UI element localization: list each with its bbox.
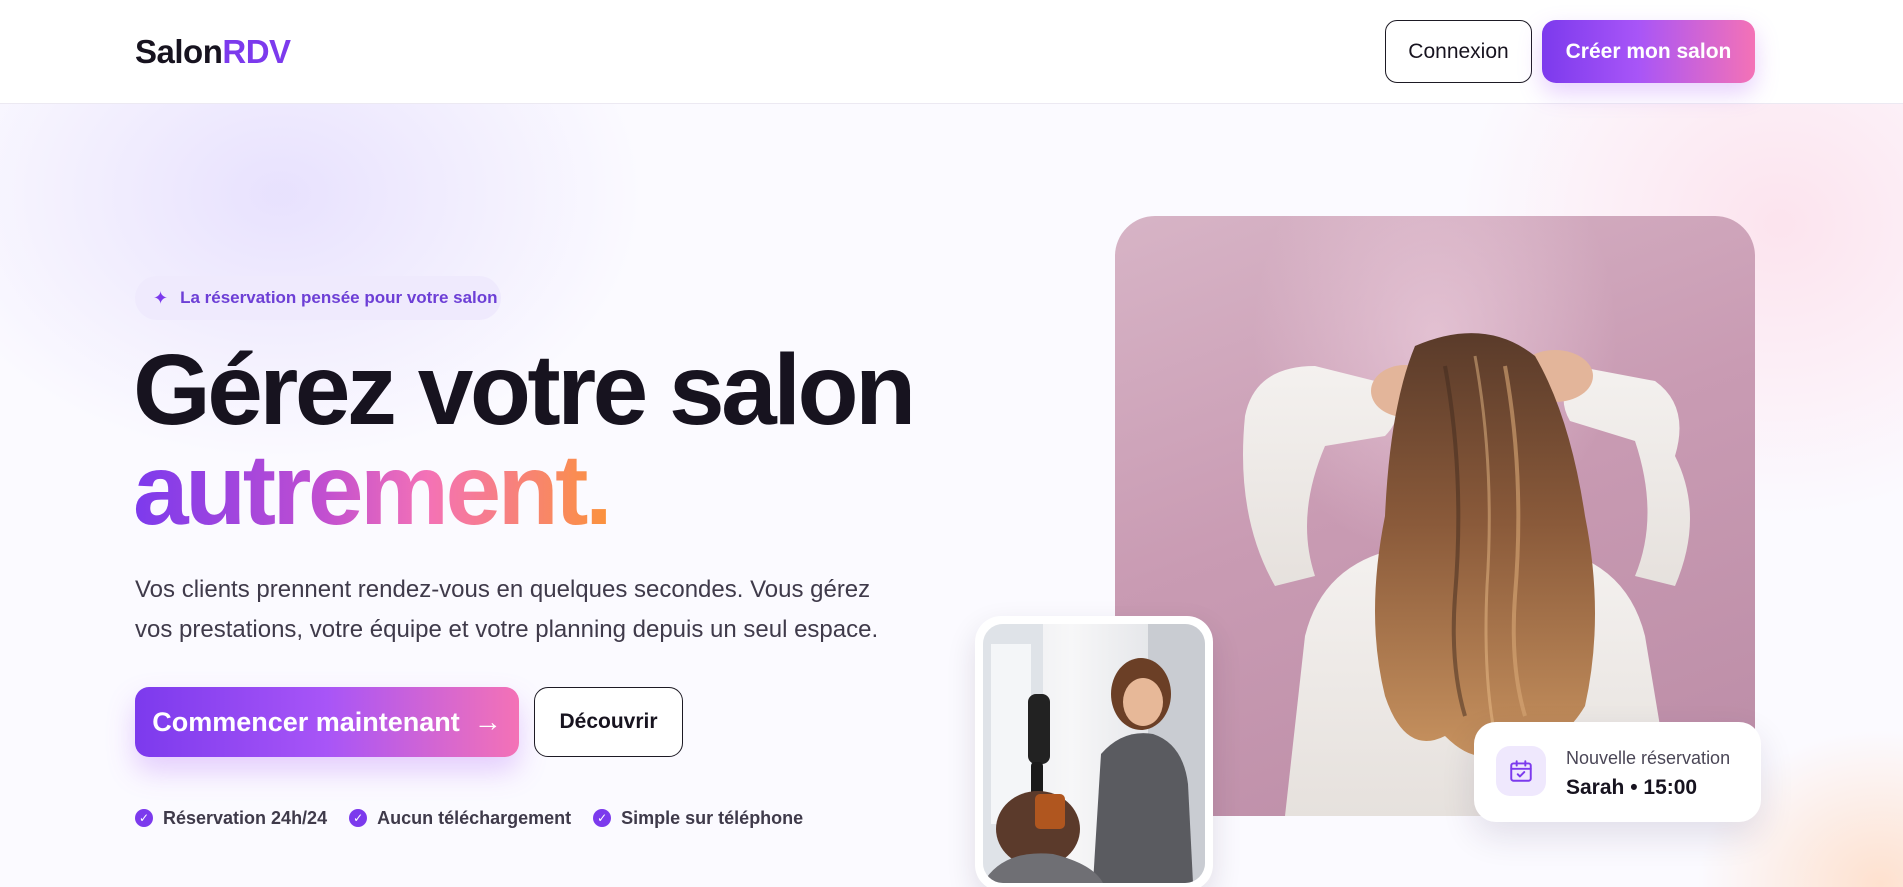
notification-value: Sarah • 15:00 xyxy=(1566,776,1698,799)
new-booking-notification: Nouvelle réservation Sarah • 15:00 xyxy=(1474,722,1761,822)
check-circle-icon: ✓ xyxy=(349,809,368,827)
hero-title-line2: autrement. xyxy=(133,434,613,546)
arrow-right-icon: → xyxy=(473,706,502,737)
start-now-label: Commencer maintenant xyxy=(152,706,460,737)
check-circle-icon: ✓ xyxy=(135,809,153,827)
calendar-check-icon xyxy=(1496,746,1546,796)
logo-accent: RDV xyxy=(222,33,291,70)
hero-badge: ✦ La réservation pensée pour votre salon xyxy=(135,276,501,320)
create-salon-button[interactable]: Créer mon salon xyxy=(1542,20,1755,83)
hero-description: Vos clients prennent rendez-vous en quel… xyxy=(135,576,879,643)
login-button[interactable]: Connexion xyxy=(1385,20,1532,83)
feature-label: Simple sur téléphone xyxy=(621,807,804,828)
check-circle-icon: ✓ xyxy=(593,809,612,827)
start-now-button[interactable]: Commencer maintenant → xyxy=(135,687,519,757)
feature-label: Réservation 24h/24 xyxy=(163,807,328,828)
feature-item: ✓ Simple sur téléphone xyxy=(593,808,803,829)
stylist-photo-card xyxy=(975,616,1213,887)
feature-item: ✓ Réservation 24h/24 xyxy=(135,808,327,829)
stylist-photo-illustration xyxy=(983,624,1205,883)
hero-title-line1: Gérez votre salon xyxy=(133,334,916,446)
hero-badge-label: La réservation pensée pour votre salon xyxy=(180,288,498,307)
site-header: SalonRDV Connexion Créer mon salon xyxy=(0,0,1903,104)
feature-list: ✓ Réservation 24h/24 ✓ Aucun téléchargem… xyxy=(135,806,803,830)
sparkles-icon: ✦ xyxy=(153,287,169,308)
feature-item: ✓ Aucun téléchargement xyxy=(349,808,571,829)
logo-prefix: Salon xyxy=(135,33,223,70)
feature-label: Aucun téléchargement xyxy=(377,807,572,828)
logo[interactable]: SalonRDV xyxy=(135,33,291,71)
notification-title: Nouvelle réservation xyxy=(1566,748,1731,768)
stylist-photo xyxy=(983,624,1205,883)
discover-button[interactable]: Découvrir xyxy=(534,687,683,757)
